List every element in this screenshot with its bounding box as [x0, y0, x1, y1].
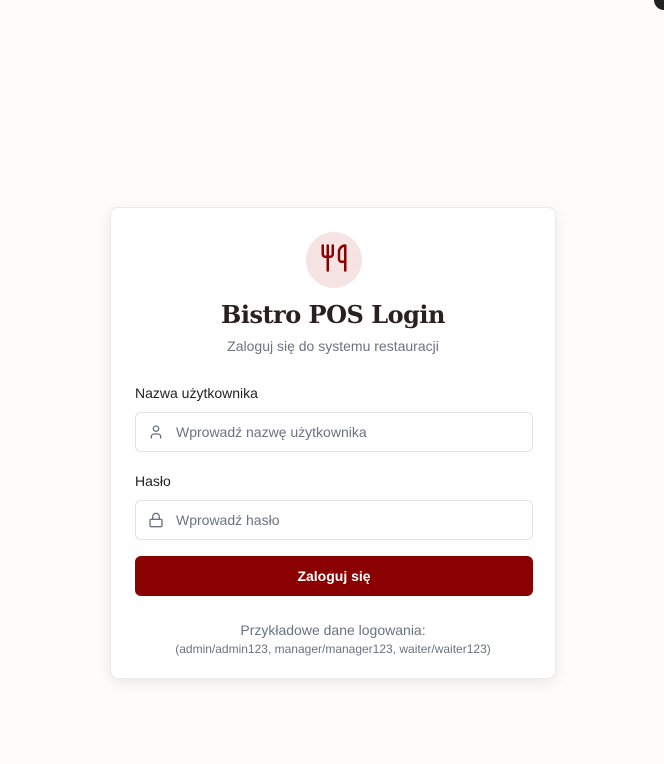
logo — [306, 232, 362, 288]
page-subtitle: Zaloguj się do systemu restauracji — [227, 338, 439, 354]
utensils-icon — [319, 243, 349, 278]
user-icon — [136, 412, 176, 452]
password-field[interactable] — [135, 500, 533, 540]
login-card: Bistro POS Login Zaloguj się do systemu … — [110, 207, 556, 679]
login-button[interactable]: Zaloguj się — [135, 556, 533, 596]
demo-credentials-list: (admin/admin123, manager/manager123, wai… — [175, 642, 491, 656]
window-corner — [654, 0, 664, 10]
page-title: Bistro POS Login — [221, 300, 445, 329]
username-field[interactable] — [135, 412, 533, 452]
username-label: Nazwa użytkownika — [135, 385, 258, 401]
username-input[interactable] — [176, 413, 516, 451]
demo-credentials-heading: Przykładowe dane logowania: — [240, 622, 426, 638]
password-label: Hasło — [135, 473, 171, 489]
lock-icon — [136, 500, 176, 540]
password-input[interactable] — [176, 501, 516, 539]
